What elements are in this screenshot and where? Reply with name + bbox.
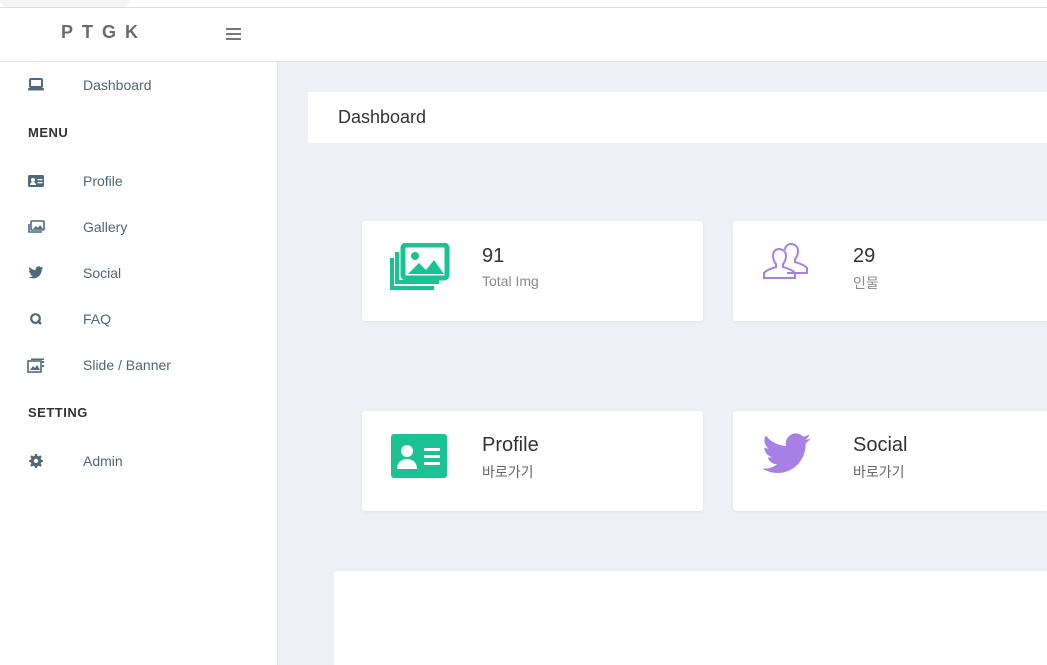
sidebar-item-label: Gallery [83, 219, 128, 235]
sidebar-item-label: FAQ [83, 311, 112, 327]
people-label: 인물 [853, 275, 879, 291]
sidebar: Dashboard MENU Profile Gallery Social FA… [0, 62, 278, 665]
twitter-icon [27, 264, 45, 282]
sidebar-item-label: Dashboard [83, 77, 152, 93]
shortcut-card-social[interactable]: Social 바로가기 [733, 411, 1047, 511]
images-icon [27, 218, 45, 236]
sidebar-item-label: Profile [83, 173, 123, 189]
sidebar-item-label: Social [83, 265, 122, 281]
social-card-link[interactable]: 바로가기 [853, 462, 905, 482]
id-card-icon [390, 433, 450, 483]
images-icon [390, 242, 450, 293]
twitter-icon [761, 433, 821, 483]
shortcut-card-profile[interactable]: Profile 바로가기 [362, 411, 703, 511]
brand-logo-text[interactable]: PTGK [61, 22, 147, 43]
sidebar-item-label: Admin [83, 453, 123, 469]
section-header-menu: MENU [28, 125, 69, 140]
sidebar-item-social[interactable]: Social [0, 253, 277, 293]
sidebar-item-faq[interactable]: FAQ [0, 299, 277, 339]
sidebar-item-label: Slide / Banner [83, 357, 171, 373]
browser-top-strip [0, 0, 1047, 8]
stat-card-total-images[interactable]: 91 Total Img [362, 221, 703, 321]
content-panel [334, 571, 1047, 665]
top-header: PTGK [0, 8, 1047, 62]
total-images-count: 91 [482, 245, 505, 267]
page-title: Dashboard [338, 107, 427, 127]
sidebar-item-gallery[interactable]: Gallery [0, 207, 277, 247]
menu-toggle-icon[interactable] [226, 28, 241, 40]
total-images-label: Total Img [482, 273, 539, 289]
faq-icon [27, 310, 45, 328]
slides-icon [27, 356, 45, 374]
sidebar-item-dashboard[interactable]: Dashboard [0, 65, 277, 105]
laptop-icon [27, 76, 45, 94]
profile-card-title: Profile [482, 434, 539, 456]
id-card-icon [27, 172, 45, 190]
users-icon [761, 242, 821, 293]
gear-icon [27, 452, 45, 470]
stat-card-people[interactable]: 29 인물 [733, 221, 1047, 321]
sidebar-item-admin[interactable]: Admin [0, 441, 277, 481]
section-header-setting: SETTING [28, 405, 88, 420]
sidebar-item-slide-banner[interactable]: Slide / Banner [0, 345, 277, 385]
social-card-title: Social [853, 434, 908, 456]
people-count: 29 [853, 245, 876, 267]
browser-tab-stub [0, 0, 130, 7]
page-title-bar: Dashboard [308, 92, 1047, 143]
profile-card-link[interactable]: 바로가기 [482, 462, 534, 482]
sidebar-item-profile[interactable]: Profile [0, 161, 277, 201]
